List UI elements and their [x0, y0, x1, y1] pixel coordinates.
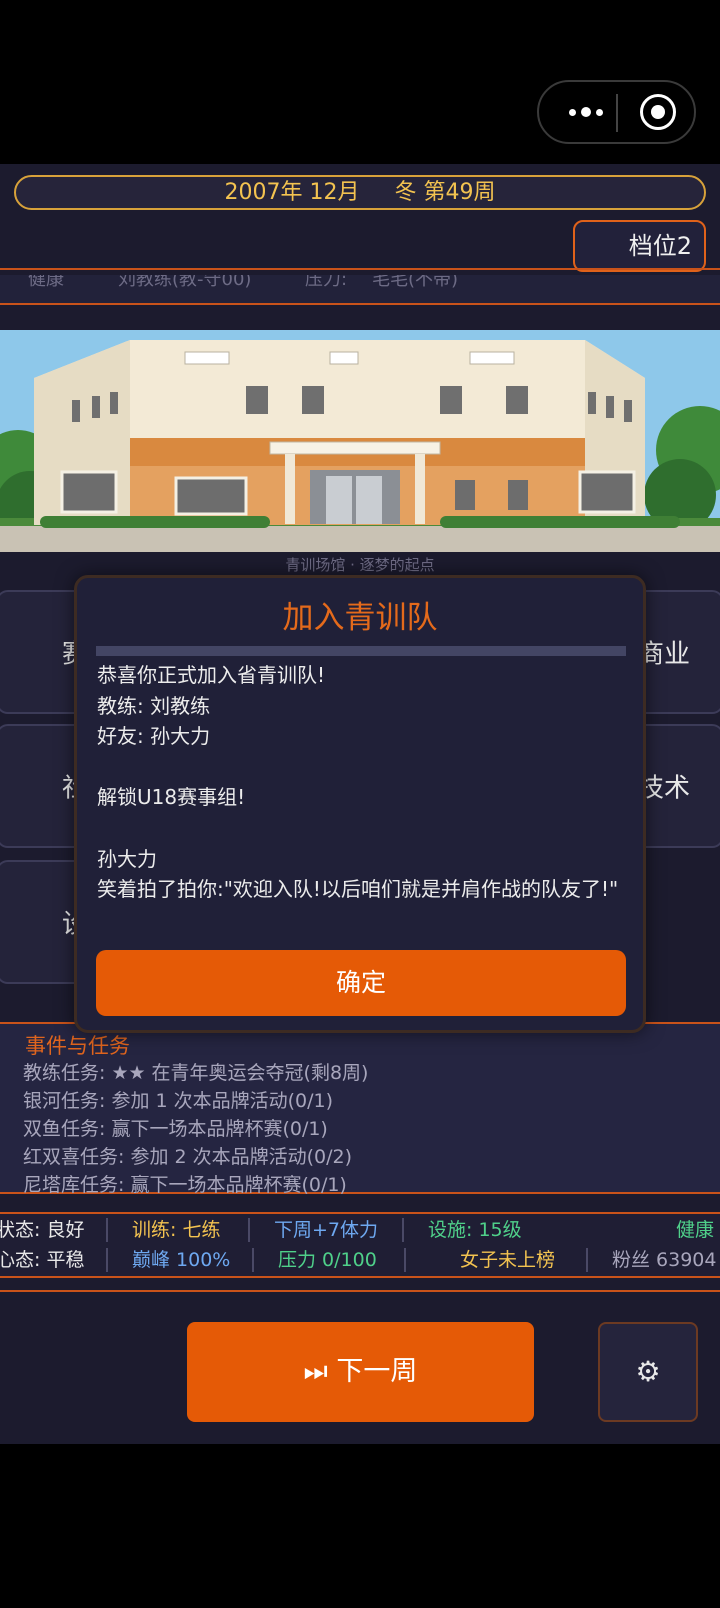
info-partner: 毛毛(不带): [372, 275, 459, 290]
tier-button[interactable]: 档位2: [573, 220, 706, 272]
dialog-divider: [96, 646, 626, 656]
status-next-week-stamina: 下周+7体力: [274, 1219, 379, 1241]
status-separator: [248, 1218, 250, 1242]
status-health: 健康: [676, 1219, 715, 1241]
gear-icon: ⚙: [635, 1355, 661, 1388]
status-separator: [252, 1248, 254, 1272]
settings-button[interactable]: ⚙: [598, 1322, 698, 1422]
info-health: 健康: [28, 275, 64, 290]
status-separator: [586, 1248, 588, 1272]
mini-program-capsule: [537, 80, 696, 144]
divider-line: [0, 303, 720, 305]
info-row-partial: 健康 刘教练(教-守00) 压力: 毛毛(不带): [0, 275, 720, 303]
status-mentality: 心态: 平稳: [0, 1249, 85, 1271]
status-condition: 状态: 良好: [0, 1219, 85, 1241]
status-training: 训练: 七练: [132, 1219, 221, 1241]
event-item[interactable]: 尼塔库任务: 赢下一场本品牌杯赛(0/1): [23, 1170, 347, 1197]
date-season-week: 冬 第49周: [394, 180, 496, 205]
bottom-blank-area: [0, 1444, 720, 1608]
event-item[interactable]: 银河任务: 参加 1 次本品牌活动(0/1): [23, 1086, 333, 1113]
date-year-month: 2007年 12月: [224, 180, 360, 205]
close-target-icon[interactable]: [640, 94, 676, 130]
dialog-message: 恭喜你正式加入省青训队! 教练: 刘教练 好友: 孙大力 解锁U18赛事组! 孙…: [97, 663, 619, 902]
status-separator: [106, 1218, 108, 1242]
status-separator: [402, 1218, 404, 1242]
training-hall-image: [0, 330, 720, 552]
top-bar: [0, 0, 720, 164]
event-item[interactable]: 教练任务: ★★ 在青年奥运会夺冠(剩8周): [23, 1058, 368, 1085]
status-separator: [106, 1248, 108, 1272]
dialog-title: 加入青训队: [282, 600, 438, 636]
event-item[interactable]: 红双喜任务: 参加 2 次本品牌活动(0/2): [23, 1142, 352, 1169]
confirm-button[interactable]: 确定: [96, 950, 626, 1016]
events-panel: 事件与任务 教练任务: ★★ 在青年奥运会夺冠(剩8周) 银河任务: 参加 1 …: [0, 1022, 720, 1197]
events-title: 事件与任务: [25, 1034, 130, 1058]
status-separator: [404, 1248, 406, 1272]
status-panel: 状态: 良好 训练: 七练 下周+7体力 设施: 15级 健康 心态: 平稳 巅…: [0, 1212, 720, 1278]
next-week-button[interactable]: ⏭ 下一周: [187, 1322, 534, 1422]
status-pressure: 压力 0/100: [278, 1249, 377, 1271]
join-team-dialog: 加入青训队 恭喜你正式加入省青训队! 教练: 刘教练 好友: 孙大力 解锁U18…: [74, 575, 646, 1033]
more-icon[interactable]: [561, 100, 611, 124]
date-bar: 2007年 12月 冬 第49周: [14, 175, 706, 210]
event-item[interactable]: 双鱼任务: 赢下一场本品牌杯赛(0/1): [23, 1114, 328, 1141]
info-coach: 刘教练(教-守00): [118, 275, 252, 290]
status-ranking: 女子未上榜: [460, 1249, 556, 1271]
info-pressure: 压力:: [305, 275, 348, 290]
divider-line: [0, 268, 720, 270]
status-facility: 设施: 15级: [428, 1219, 522, 1241]
status-peak: 巅峰 100%: [132, 1249, 231, 1271]
divider-line: [0, 1290, 720, 1292]
status-fans: 粉丝 63904: [612, 1249, 717, 1271]
capsule-divider: [616, 94, 618, 132]
